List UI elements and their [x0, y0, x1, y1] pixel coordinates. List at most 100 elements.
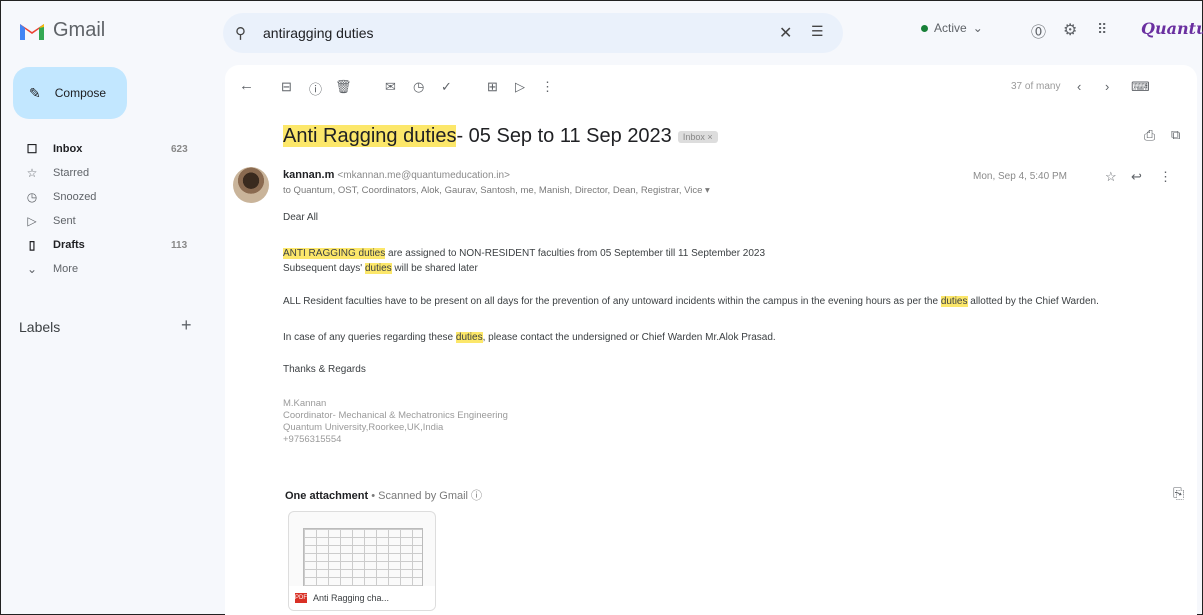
recipients-line[interactable]: to Quantum, OST, Coordinators, Alok, Gau…	[283, 185, 710, 196]
send-icon: ▷	[27, 214, 37, 228]
app-name: Gmail	[53, 19, 106, 41]
closing: Thanks & Regards	[283, 364, 366, 375]
attachment-count: One attachment	[285, 490, 369, 502]
add-to-drive-icon[interactable]: ⎘	[1173, 485, 1184, 502]
sidebar-item-snoozed[interactable]: ◷ Snoozed	[1, 185, 211, 209]
sidebar-item-inbox[interactable]: ☐ Inbox 623	[1, 137, 211, 161]
highlight: duties	[940, 296, 968, 307]
search-bar[interactable]: ⚲ antiragging duties ✕ ☰	[223, 13, 843, 53]
chevron-down-icon: ⌄	[972, 21, 983, 35]
scanned-note: • Scanned by Gmail ⓘ	[371, 490, 483, 502]
clear-search-icon[interactable]: ✕	[779, 23, 792, 43]
text: ALL Resident faculties have to be presen…	[283, 296, 941, 307]
attachment-filename: Anti Ragging cha...	[313, 593, 390, 603]
text: allotted by the Chief Warden.	[967, 296, 1099, 307]
move-to-icon[interactable]: ⊞	[487, 79, 498, 95]
sender-email: <mkannan.me@quantumeducation.in>	[337, 170, 510, 181]
sig-title: Coordinator- Mechanical & Mechatronics E…	[283, 410, 508, 421]
more-vert-icon[interactable]: ⋮	[541, 79, 554, 95]
mark-unread-icon[interactable]: ✉	[385, 79, 396, 95]
sidebar-item-label: Inbox	[53, 143, 83, 155]
subject-highlight: Anti Ragging duties	[283, 125, 457, 147]
status-selector[interactable]: Active ⌄	[921, 21, 983, 35]
compose-label: Compose	[54, 86, 107, 100]
sidebar-item-count: 113	[171, 239, 188, 251]
keyboard-icon[interactable]: ⌨	[1131, 79, 1150, 95]
more-options-icon[interactable]: ⋮	[1159, 169, 1172, 185]
subject-rest: - 05 Sep to 11 Sep 2023	[456, 125, 672, 147]
older-icon[interactable]: ›	[1105, 79, 1109, 94]
highlight: duties	[364, 263, 392, 274]
open-new-window-icon[interactable]: ⧉	[1171, 127, 1180, 143]
delete-icon[interactable]: 🗑	[335, 79, 352, 95]
pdf-icon: PDF	[295, 593, 307, 603]
sidebar-item-label: Drafts	[53, 239, 85, 251]
attachment-thumbnail[interactable]: PDF Anti Ragging cha...	[288, 511, 436, 611]
labels-heading: Labels	[19, 319, 61, 335]
compose-button[interactable]: ✎ Compose	[13, 67, 127, 119]
search-options-icon[interactable]: ☰	[811, 23, 824, 40]
sig-name: M.Kannan	[283, 398, 327, 409]
label-icon[interactable]: ▷	[515, 79, 525, 95]
inbox-label-badge[interactable]: Inbox ×	[677, 130, 718, 143]
highlight: ANTI RAGGING duties	[283, 248, 386, 259]
status-label: Active	[934, 21, 967, 35]
print-icon[interactable]: ⎙	[1144, 127, 1155, 144]
settings-icon[interactable]: ⚙	[1063, 20, 1077, 40]
text: Subsequent days'	[283, 263, 365, 274]
attachment-heading: One attachment • Scanned by Gmail ⓘ	[285, 487, 482, 503]
search-icon[interactable]: ⚲	[235, 24, 246, 42]
body-paragraph-2: Subsequent days' duties will be shared l…	[283, 262, 1183, 275]
chevron-down-icon: ⌄	[26, 262, 38, 276]
draft-icon: ▯	[28, 238, 36, 252]
snooze-icon[interactable]: ◷	[413, 79, 424, 95]
email-subject: Anti Ragging duties- 05 Sep to 11 Sep 20…	[283, 125, 718, 148]
sender-line: kannan.m <mkannan.me@quantumeducation.in…	[283, 169, 510, 181]
newer-icon[interactable]: ‹	[1077, 79, 1081, 94]
text: are assigned to NON-RESIDENT faculties f…	[385, 248, 766, 259]
body-paragraph-4: In case of any queries regarding these d…	[283, 331, 1183, 344]
attachment-preview	[303, 528, 423, 590]
text: In case of any queries regarding these	[283, 332, 456, 343]
add-task-icon[interactable]: ✓	[441, 79, 452, 95]
body-paragraph-1: ANTI RAGGING duties are assigned to NON-…	[283, 247, 1183, 260]
brand-logo[interactable]: Quantum	[1141, 19, 1203, 38]
gmail-logo[interactable]: Gmail	[19, 19, 105, 42]
signature: M.Kannan Coordinator- Mechanical & Mecha…	[283, 398, 1183, 446]
sender-name[interactable]: kannan.m	[283, 169, 334, 181]
highlight: duties	[455, 332, 483, 343]
sidebar-item-drafts[interactable]: ▯ Drafts 113	[1, 233, 211, 257]
add-label-icon[interactable]: +	[181, 315, 192, 336]
sidebar-item-label: More	[53, 263, 79, 275]
text: will be shared later	[391, 263, 478, 274]
sidebar-item-label: Starred	[53, 167, 90, 179]
sidebar-item-label: Sent	[53, 215, 76, 227]
greeting: Dear All	[283, 212, 319, 223]
sender-avatar[interactable]	[233, 167, 269, 203]
back-icon[interactable]: ←	[239, 77, 254, 94]
sidebar-item-starred[interactable]: ☆ Starred	[1, 161, 211, 185]
apps-grid-icon[interactable]: ⠿	[1097, 21, 1107, 38]
gmail-m-icon	[20, 23, 44, 40]
text: , please contact the undersigned or Chie…	[482, 332, 776, 343]
attachment-footer: PDF Anti Ragging cha...	[289, 586, 435, 610]
star-icon: ☆	[26, 166, 38, 180]
help-icon[interactable]: ⓪	[1031, 21, 1046, 42]
pencil-icon: ✎	[29, 84, 41, 101]
clock-icon: ◷	[26, 190, 38, 204]
email-date: Mon, Sep 4, 5:40 PM	[973, 171, 1067, 182]
inbox-icon: ☐	[26, 142, 38, 156]
active-dot-icon	[921, 24, 928, 32]
archive-icon[interactable]: ⊟	[281, 79, 292, 95]
sidebar-item-count: 623	[171, 143, 188, 155]
pagination-text: 37 of many	[1011, 81, 1061, 92]
body-paragraph-3: ALL Resident faculties have to be presen…	[283, 295, 1183, 308]
star-icon[interactable]: ☆	[1105, 169, 1117, 185]
report-spam-icon[interactable]: ⓘ	[309, 79, 322, 98]
sidebar-item-more[interactable]: ⌄ More	[1, 257, 211, 281]
search-input[interactable]: antiragging duties	[263, 25, 374, 41]
sig-phone: +9756315554	[283, 434, 342, 445]
reply-icon[interactable]: ↩	[1131, 169, 1142, 185]
sidebar-item-sent[interactable]: ▷ Sent	[1, 209, 211, 233]
sig-org: Quantum University,Roorkee,UK,India	[283, 422, 444, 433]
